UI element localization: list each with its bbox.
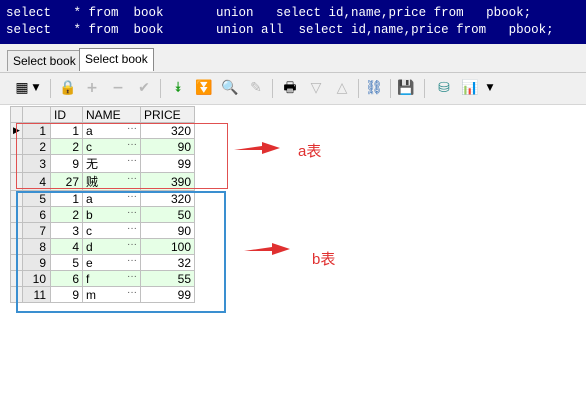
b-table-highlight-box	[16, 191, 226, 313]
a-table-label: a表	[298, 143, 322, 160]
sql-line-1: select * from book union select id,name,…	[6, 6, 532, 20]
grid-header-row: ID NAME PRICE	[10, 106, 195, 123]
toolbar-separator	[160, 79, 161, 98]
toolbar-separator	[390, 79, 391, 98]
tab-select-book-2[interactable]: Select book	[79, 48, 154, 71]
clear-icon[interactable]: ✎	[246, 78, 266, 98]
toolbar-separator	[424, 79, 425, 98]
add-icon[interactable]: +	[82, 78, 102, 98]
tab-select-book-1[interactable]: Select book	[7, 50, 82, 71]
dropdown-icon[interactable]: ▼	[484, 78, 496, 98]
chart-icon[interactable]: 📊	[460, 78, 480, 98]
dropdown-icon[interactable]: ▼	[30, 78, 42, 98]
grid-icon[interactable]: ▦	[12, 78, 32, 98]
grid-toolbar: ▦ ▼ 🔒 + − ✔ ⯯ ⏬ 🔍 ✎ 🖶 ▽ △ ⛓ 💾 ⛁ 📊 ▼	[0, 73, 586, 105]
a-table-highlight-box	[16, 123, 228, 189]
toolbar-separator	[50, 79, 51, 98]
save-icon[interactable]: 💾	[396, 78, 416, 98]
column-header-id[interactable]: ID	[50, 106, 83, 123]
find-icon[interactable]: 🔍	[220, 78, 240, 98]
filter-down-icon[interactable]: ▽	[306, 78, 326, 98]
remove-icon[interactable]: −	[108, 78, 128, 98]
grid-corner[interactable]	[10, 106, 23, 123]
arrow-a-icon	[234, 142, 280, 154]
sql-editor[interactable]: select * from book union select id,name,…	[0, 0, 586, 44]
arrow-b-icon	[244, 243, 290, 255]
lock-icon[interactable]: 🔒	[58, 78, 78, 98]
column-header-price[interactable]: PRICE	[140, 106, 195, 123]
column-header-name[interactable]: NAME	[82, 106, 141, 123]
sql-line-2: select * from book union all select id,n…	[6, 23, 554, 37]
toolbar-separator	[272, 79, 273, 98]
toolbar-separator	[358, 79, 359, 98]
row-number-header	[22, 106, 51, 123]
tab-bar: Select book Select book	[0, 44, 586, 73]
filter-up-icon[interactable]: △	[332, 78, 352, 98]
fetch-next-icon[interactable]: ⯯	[168, 78, 188, 98]
query-plan-icon[interactable]: ⛓	[364, 78, 384, 98]
check-icon[interactable]: ✔	[134, 78, 154, 98]
database-icon[interactable]: ⛁	[434, 78, 454, 98]
fetch-last-icon[interactable]: ⏬	[194, 78, 214, 98]
print-icon[interactable]: 🖶	[280, 78, 300, 98]
b-table-label: b表	[312, 251, 336, 268]
